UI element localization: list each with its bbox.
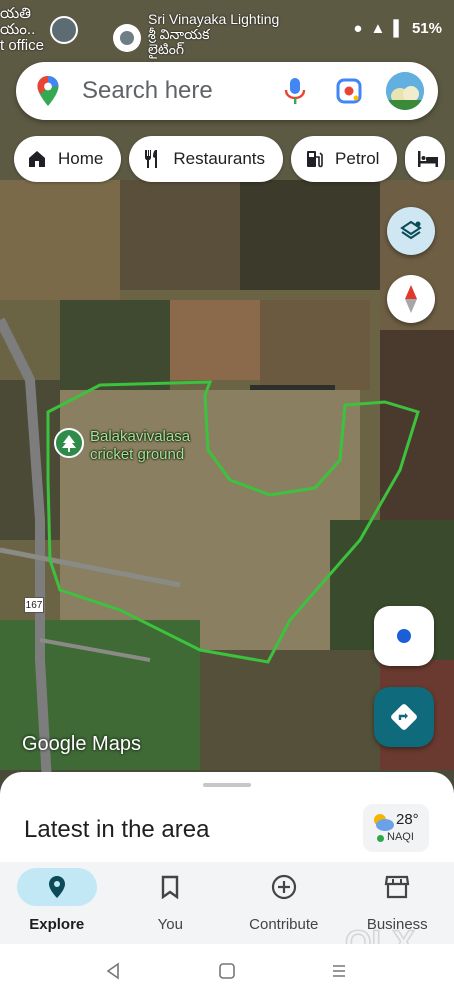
chip-home[interactable]: Home (14, 136, 122, 182)
satellite-imagery (0, 0, 454, 800)
location-icon: ● (353, 20, 363, 37)
sheet-drag-handle[interactable] (203, 783, 251, 787)
place-label[interactable]: Sri Vinayaka Lighting శ్రీ వినాయక లైటింగ… (148, 12, 279, 57)
recents-icon[interactable] (330, 962, 348, 980)
lens-icon[interactable] (334, 76, 364, 106)
category-chips: Home Restaurants Petrol (14, 136, 446, 182)
weather-temp: 28° (396, 811, 419, 828)
status-left-place: యతి యం.. t office (0, 5, 44, 54)
nav-business-pill (357, 868, 437, 906)
layers-icon (400, 220, 422, 240)
weather-widget[interactable]: 28° NAQI (363, 804, 429, 852)
nav-contribute-label: Contribute (249, 916, 319, 933)
microphone-icon[interactable] (280, 76, 310, 106)
restaurant-icon (141, 148, 163, 170)
chip-restaurants[interactable]: Restaurants (129, 136, 284, 182)
chip-hotels[interactable] (405, 136, 446, 182)
chip-petrol[interactable]: Petrol (291, 136, 398, 182)
profile-avatar[interactable] (386, 72, 424, 110)
bottom-sheet[interactable]: Latest in the area 28° NAQI (0, 772, 454, 872)
fuel-icon (303, 148, 325, 170)
chip-restaurants-label: Restaurants (173, 149, 266, 168)
office-poi-icon[interactable] (50, 16, 78, 44)
compass-button[interactable] (387, 275, 435, 323)
latest-in-area-title: Latest in the area (24, 816, 210, 843)
layers-button[interactable] (387, 207, 435, 255)
nav-explore[interactable]: Explore (0, 862, 114, 944)
directions-button[interactable] (374, 687, 434, 747)
shop-poi-icon[interactable] (113, 24, 141, 52)
directions-icon (391, 704, 417, 730)
nav-explore-label: Explore (29, 916, 85, 933)
home-icon (26, 148, 48, 170)
battery-level: 51% (411, 20, 442, 37)
maps-pin-icon (37, 76, 59, 106)
nav-you-pill (130, 868, 210, 906)
my-location-icon (397, 629, 411, 643)
system-navigation (0, 944, 454, 999)
nav-contribute-pill (244, 868, 324, 906)
my-location-button[interactable] (374, 606, 434, 666)
back-icon[interactable] (104, 962, 122, 980)
system-status: ● ▲ ▌ 51% (353, 20, 442, 37)
storefront-icon (384, 875, 410, 899)
nav-explore-pill (16, 868, 97, 906)
chip-home-label: Home (58, 149, 104, 168)
bookmark-icon (162, 875, 179, 899)
road-number-badge: 167 (24, 597, 44, 613)
search-bar[interactable]: Search here (16, 62, 438, 120)
google-maps-logo: Google Maps (22, 733, 141, 755)
nav-you[interactable]: You (114, 862, 228, 944)
weather-cloud-icon (374, 814, 394, 831)
home-square-icon[interactable] (218, 962, 236, 980)
status-bar: యతి యం.. t office Sri Vinayaka Lighting … (0, 6, 454, 57)
hotel-icon (417, 148, 439, 170)
nav-you-label: You (157, 916, 183, 933)
explore-pin-icon (48, 876, 65, 898)
aqi-label: NAQI (387, 831, 414, 843)
nav-contribute[interactable]: Contribute (227, 862, 341, 944)
cricket-ground-label[interactable]: Balakavivalasa cricket ground (90, 428, 190, 464)
add-circle-icon (271, 874, 296, 900)
search-input[interactable]: Search here (82, 77, 280, 105)
chip-petrol-label: Petrol (335, 149, 380, 168)
aqi-status-dot (377, 835, 384, 842)
park-poi-icon[interactable] (54, 428, 84, 458)
wifi-icon: ▲ (370, 20, 386, 37)
signal-icon: ▌ (393, 20, 404, 37)
compass-icon (405, 285, 417, 313)
map-view[interactable]: యతి యం.. t office Sri Vinayaka Lighting … (0, 0, 454, 800)
